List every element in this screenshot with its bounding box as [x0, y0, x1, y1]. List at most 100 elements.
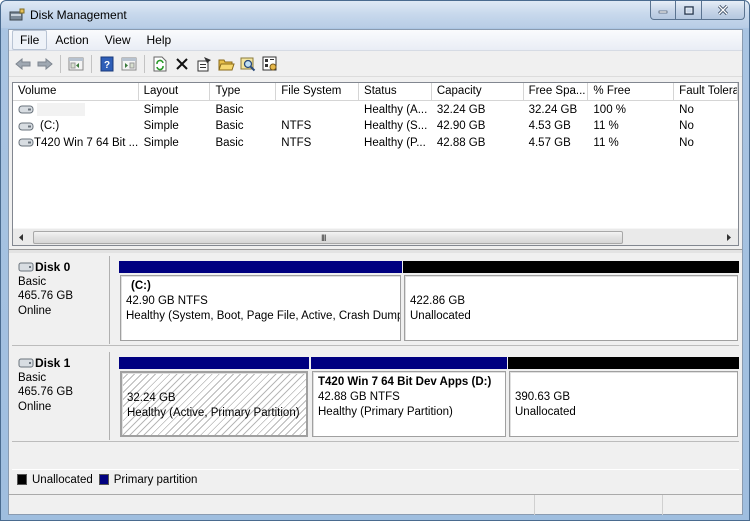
close-button[interactable]	[702, 1, 745, 20]
disk-icon	[18, 262, 34, 272]
column-header-percent-free[interactable]: % Free	[588, 83, 675, 100]
scroll-thumb[interactable]: III	[33, 231, 623, 244]
type-cell: Basic	[215, 136, 244, 149]
toolbar-separator	[91, 55, 92, 73]
type-cell: Basic	[215, 103, 244, 116]
partition-size: 42.90 GB NTFS	[126, 295, 208, 307]
volume-row[interactable]: Simple Basic Healthy (A... 32.24 GB 32.2…	[13, 101, 738, 118]
column-header-file-system[interactable]: File System	[276, 83, 360, 100]
primary-partition-bar	[119, 261, 402, 273]
file-system-cell	[276, 101, 359, 118]
volume-name: (C:)	[40, 120, 60, 133]
explore-button[interactable]	[237, 53, 259, 75]
partition-details: 422.86 GB Unallocated	[404, 275, 738, 341]
column-header-volume[interactable]: Volume	[13, 83, 139, 100]
forward-button[interactable]	[34, 53, 56, 75]
partition-active-selected[interactable]: 32.24 GB Healthy (Active, Primary Partit…	[119, 352, 309, 440]
disk-type: Basic	[18, 275, 47, 288]
partition-d[interactable]: T420 Win 7 64 Bit Dev Apps (D:) 42.88 GB…	[311, 352, 507, 440]
primary-partition-bar	[119, 357, 309, 369]
volume-drive-icon	[18, 105, 34, 114]
partition-details: T420 Win 7 64 Bit Dev Apps (D:) 42.88 GB…	[312, 371, 506, 437]
volume-cell: (C:)	[13, 118, 139, 135]
toolbar: ?	[9, 52, 742, 77]
menu-file[interactable]: File	[12, 30, 48, 50]
show-hide-action-pane-button[interactable]	[118, 53, 140, 75]
partition-c[interactable]: (C:) 42.90 GB NTFS Healthy (System, Boot…	[119, 256, 402, 344]
file-system-cell: NTFS	[281, 120, 312, 133]
fault-tolerance-cell: No	[679, 103, 694, 116]
volume-row[interactable]: T420 Win 7 64 Bit ... Simple Basic NTFS …	[13, 134, 738, 151]
menu-action[interactable]: Action	[47, 30, 96, 50]
open-button[interactable]	[215, 53, 237, 75]
partition-details: 390.63 GB Unallocated	[509, 371, 738, 437]
scroll-right-arrow-icon	[726, 234, 731, 241]
show-hide-console-tree-icon	[68, 57, 84, 71]
explore-icon	[240, 57, 256, 72]
pane-splitter[interactable]	[9, 249, 742, 253]
refresh-button[interactable]	[149, 53, 171, 75]
primary-partition-swatch	[98, 474, 109, 485]
partition-status: Healthy (Active, Primary Partition)	[127, 407, 300, 419]
menu-bar: File Action View Help	[9, 30, 742, 51]
properties-icon	[197, 57, 211, 72]
layout-cell: Simple	[143, 103, 179, 116]
menu-view[interactable]: View	[97, 30, 139, 50]
partition-unallocated[interactable]: 390.63 GB Unallocated	[508, 352, 739, 440]
column-header-type[interactable]: Type	[210, 83, 277, 100]
show-hide-console-tree-button[interactable]	[65, 53, 87, 75]
help-button[interactable]: ?	[96, 53, 118, 75]
settings-button[interactable]	[259, 53, 281, 75]
delete-icon	[176, 58, 188, 70]
scroll-right-button[interactable]	[722, 232, 734, 243]
minimize-button[interactable]	[650, 1, 676, 20]
maximize-icon	[683, 5, 694, 15]
column-header-layout[interactable]: Layout	[139, 83, 211, 100]
status-pane	[9, 495, 535, 515]
column-header-fault-tolerance[interactable]: Fault Tolera	[674, 83, 738, 100]
partition-unallocated[interactable]: 422.86 GB Unallocated	[403, 256, 739, 344]
fault-tolerance-cell: No	[679, 120, 694, 133]
disk-size: 465.76 GB	[18, 290, 73, 302]
column-header-free-space[interactable]: Free Spa...	[524, 83, 589, 100]
unallocated-bar	[403, 261, 739, 273]
horizontal-scrollbar[interactable]: III	[13, 228, 738, 245]
back-button[interactable]	[12, 53, 34, 75]
column-header-capacity[interactable]: Capacity	[432, 83, 524, 100]
volume-row[interactable]: (C:) Simple Basic NTFS Healthy (S... 42.…	[13, 118, 738, 135]
delete-button[interactable]	[171, 53, 193, 75]
forward-arrow-icon	[37, 58, 53, 70]
fault-tolerance-cell: No	[679, 136, 694, 149]
volume-cell	[13, 101, 139, 118]
client-area: File Action View Help ? Volume Layout Ty…	[8, 29, 743, 515]
column-header-status[interactable]: Status	[359, 83, 432, 100]
volume-list: Volume Layout Type File System Status Ca…	[12, 82, 739, 246]
show-hide-action-pane-icon	[121, 57, 137, 71]
unallocated-swatch	[17, 474, 27, 485]
legend: Unallocated Primary partition	[12, 469, 739, 489]
type-cell: Basic	[215, 120, 244, 133]
settings-icon	[262, 56, 277, 71]
open-folder-icon	[217, 59, 235, 71]
partition-status: Unallocated	[515, 406, 576, 418]
disk-partitions: 32.24 GB Healthy (Active, Primary Partit…	[113, 352, 739, 440]
disk-size: 465.76 GB	[18, 386, 73, 398]
disk-name: Disk 1	[35, 356, 71, 370]
partition-details: (C:) 42.90 GB NTFS Healthy (System, Boot…	[120, 275, 401, 341]
disk-info[interactable]: Disk 0 Basic 465.76 GB Online	[12, 256, 110, 344]
partition-status: Unallocated	[410, 310, 471, 322]
partition-size: 32.24 GB	[127, 392, 176, 404]
properties-button[interactable]	[193, 53, 215, 75]
disk-info[interactable]: Disk 1 Basic 465.76 GB Online	[12, 352, 110, 440]
title-bar[interactable]: Disk Management	[1, 1, 749, 28]
partition-title: (C:)	[131, 280, 151, 292]
partition-status: Healthy (System, Boot, Page File, Active…	[126, 310, 400, 322]
maximize-button[interactable]	[676, 1, 702, 20]
graphical-disk-view: Disk 0 Basic 465.76 GB Online (C:) 42.90…	[12, 254, 739, 464]
scroll-left-button[interactable]	[15, 232, 27, 243]
volume-name: T420 Win 7 64 Bit ...	[34, 136, 139, 149]
menu-help[interactable]: Help	[139, 30, 180, 50]
disk-status: Online	[18, 400, 52, 413]
disk-type: Basic	[18, 371, 47, 384]
scroll-left-arrow-icon	[18, 234, 23, 241]
